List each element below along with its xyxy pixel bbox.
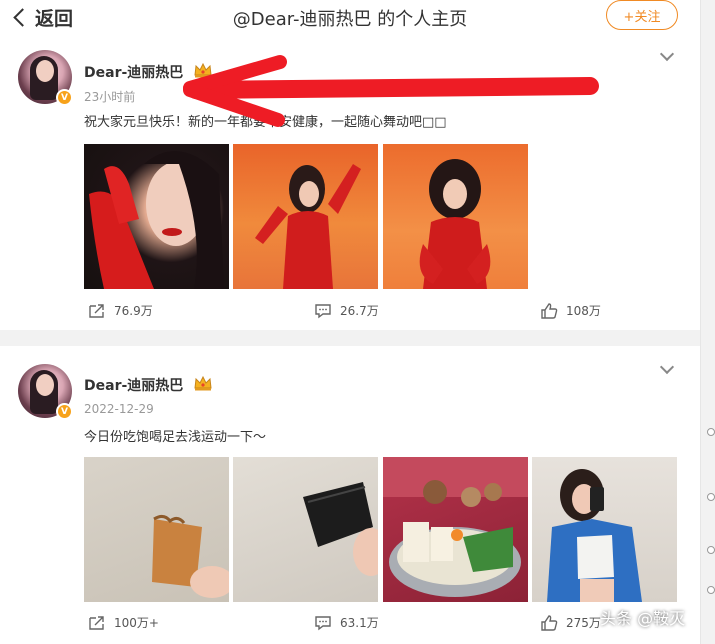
post-time: 23小时前	[84, 90, 136, 104]
thumbs-up-icon	[541, 614, 558, 631]
share-icon	[89, 303, 104, 318]
comment-count: 63.1万	[340, 616, 379, 630]
like-count: 275万	[566, 616, 601, 630]
post-photo[interactable]	[84, 144, 229, 289]
thumbs-up-icon	[541, 302, 558, 319]
post-photo[interactable]	[84, 457, 229, 602]
comment-button[interactable]: 63.1万	[314, 614, 379, 631]
comment-count: 26.7万	[340, 304, 379, 318]
scroll-indicator-icon	[707, 493, 715, 501]
repost-count: 100万+	[114, 616, 159, 630]
annotation-arrow-icon	[183, 55, 599, 127]
red-dress-orange-bg-photo	[255, 164, 361, 289]
post-photo[interactable]	[383, 144, 528, 289]
comment-button[interactable]: 26.7万	[314, 302, 379, 319]
like-count: 108万	[566, 304, 601, 318]
post-photo[interactable]	[233, 457, 378, 602]
red-dress-orange-bg-photo	[419, 159, 491, 289]
repost-button[interactable]: 76.9万	[88, 302, 153, 319]
like-button[interactable]: 108万	[540, 302, 601, 319]
watermark: 头条 @鞍灭	[600, 609, 686, 628]
comment-icon	[315, 615, 331, 630]
red-gloves-portrait-photo	[89, 151, 224, 289]
like-button[interactable]: 275万	[540, 614, 601, 631]
follow-button[interactable]: +关注	[606, 0, 678, 30]
post-time: 2022-12-29	[84, 402, 154, 416]
avatar-face	[36, 374, 54, 396]
repost-count: 76.9万	[114, 304, 153, 318]
crown-icon	[194, 375, 212, 391]
post-text: 今日份吃饱喝足去浅运动一下～	[84, 430, 267, 445]
black-bag-in-hand-photo	[303, 482, 378, 576]
page-title: @Dear-迪丽热巴 的个人主页	[232, 9, 468, 30]
post-photo[interactable]	[233, 144, 378, 289]
top-bar: 返回 @Dear-迪丽热巴 的个人主页 +关注	[0, 0, 700, 34]
share-icon	[89, 615, 104, 630]
chevron-down-icon[interactable]	[659, 359, 675, 375]
post-card: V Dear-迪丽热巴 2022-12-29 今日份吃饱喝足去浅运动一下～ 10…	[0, 346, 700, 644]
post-photo[interactable]	[383, 457, 528, 602]
hotpot-table-photo	[383, 457, 528, 597]
snack-in-hand-photo	[152, 514, 229, 598]
scroll-indicator-icon	[707, 586, 715, 594]
scroll-indicator-icon	[707, 546, 715, 554]
profile-page: 返回 @Dear-迪丽热巴 的个人主页 +关注 V Dear-迪丽热巴 23小时…	[0, 0, 715, 644]
comment-icon	[315, 303, 331, 318]
mirror-selfie-blue-cardigan-photo	[547, 469, 642, 602]
repost-button[interactable]: 100万+	[88, 614, 159, 631]
verified-badge-icon: V	[56, 89, 73, 106]
avatar-face	[36, 60, 54, 82]
post-username[interactable]: Dear-迪丽热巴	[84, 375, 183, 395]
post-photo[interactable]	[532, 457, 677, 602]
scroll-indicator-icon	[707, 428, 715, 436]
chevron-down-icon[interactable]	[659, 46, 675, 62]
verified-badge-icon: V	[56, 403, 73, 420]
